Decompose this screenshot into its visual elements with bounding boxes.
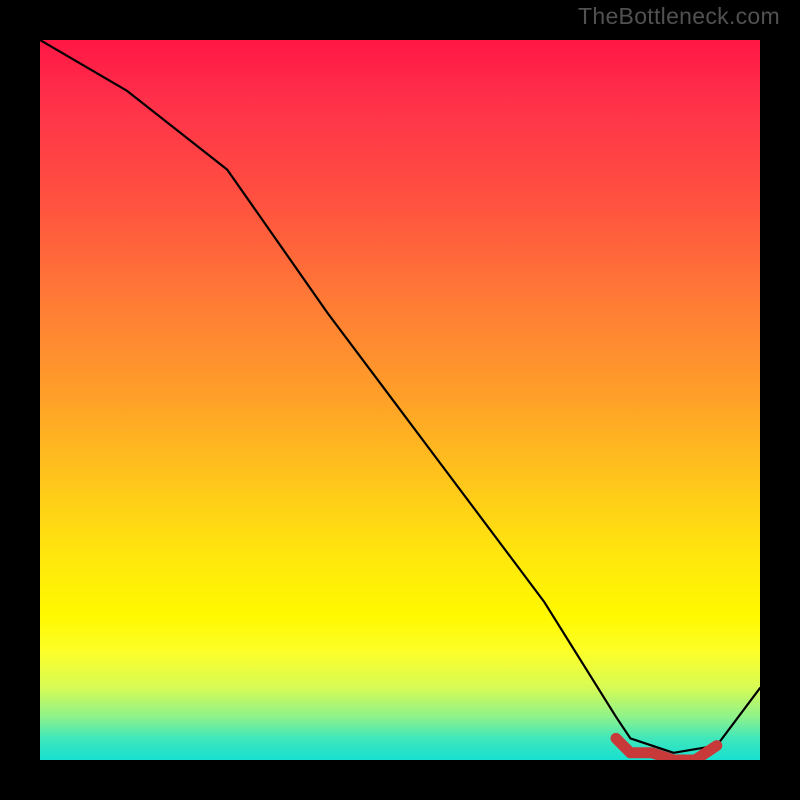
plot-gradient-background: [40, 40, 760, 760]
chart-frame: TheBottleneck.com: [0, 0, 800, 800]
watermark-text: TheBottleneck.com: [578, 3, 780, 30]
